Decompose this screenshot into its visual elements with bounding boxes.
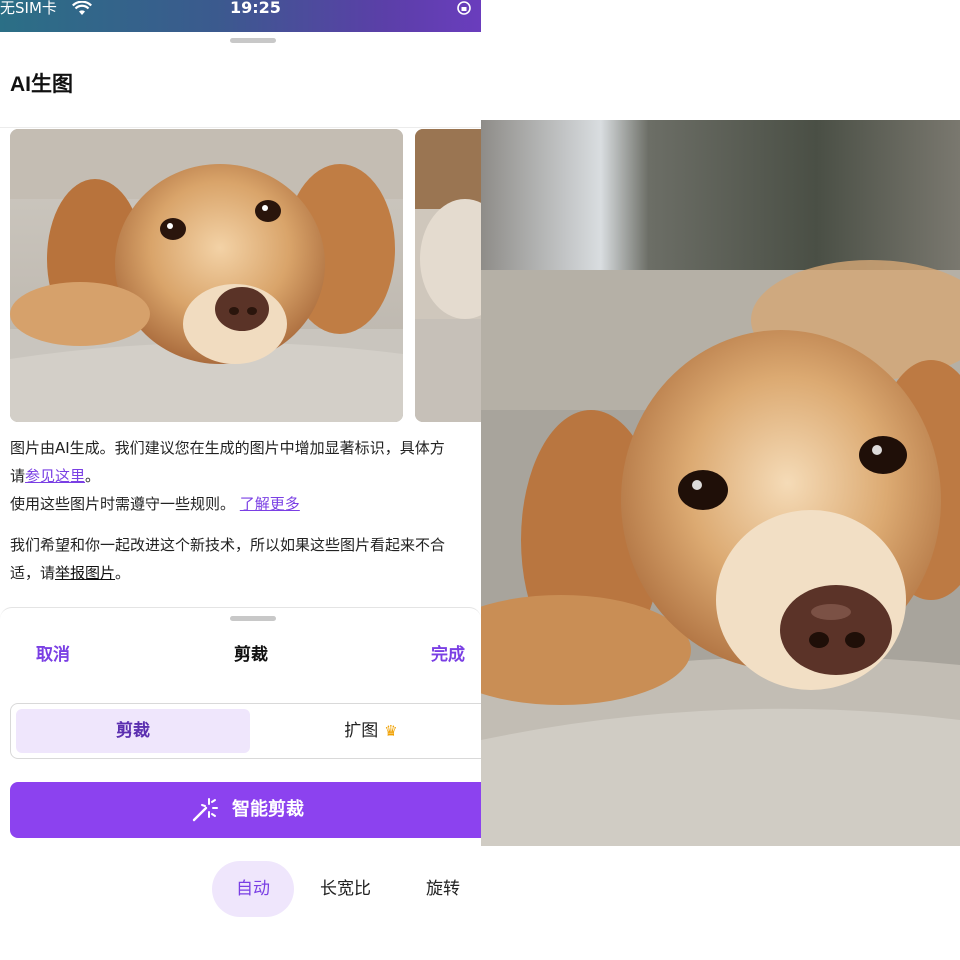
crop-sheet: 取消 剪裁 完成 剪裁 扩图 ♛ 智能剪裁 自动 长宽比 旋转: [0, 607, 481, 960]
ai-notice-line-2: 请参见这里。: [10, 462, 481, 490]
rules-notice-text: 使用这些图片时需遵守一些规则。: [10, 495, 236, 513]
smart-crop-button[interactable]: 智能剪裁: [10, 782, 481, 838]
tab-rotate[interactable]: 旋转: [426, 861, 460, 917]
rules-notice: 使用这些图片时需遵守一些规则。 了解更多: [10, 490, 481, 518]
tab-auto[interactable]: 自动: [212, 861, 294, 917]
feedback-notice-suffix: 。: [115, 564, 131, 582]
magic-wand-icon: [192, 798, 218, 822]
tab-aspect-ratio[interactable]: 长宽比: [320, 861, 371, 917]
smart-crop-label: 智能剪裁: [232, 799, 304, 820]
clock-time: 19:25: [230, 0, 281, 17]
crop-sheet-grabber[interactable]: [230, 616, 276, 621]
feedback-notice-line-1: 我们希望和你一起改进这个新技术，所以如果这些图片看起来不合: [10, 531, 481, 559]
ai-notice-line-1: 图片由AI生成。我们建议您在生成的图片中增加显著标识，具体方: [10, 434, 481, 462]
feedback-notice-prefix: 适，请: [10, 564, 56, 582]
page-title: AI生图: [10, 73, 73, 96]
rotation-lock-icon: [456, 0, 472, 20]
cancel-button[interactable]: 取消: [36, 640, 70, 665]
segment-expand[interactable]: 扩图 ♛: [251, 709, 481, 753]
crown-icon: ♛: [384, 722, 398, 740]
ai-notice-prefix: 请: [10, 467, 26, 485]
segment-crop[interactable]: 剪裁: [16, 709, 250, 753]
sheet-grabber[interactable]: [230, 38, 276, 43]
ai-image-sheet-header: AI生图: [0, 32, 481, 128]
status-bar: 无SIM卡 19:25: [0, 0, 481, 32]
generated-image-1[interactable]: [10, 129, 403, 422]
feedback-notice-line-2: 适，请举报图片。: [10, 559, 481, 587]
carrier-label: 无SIM卡: [0, 0, 57, 17]
ai-notice-text: 图片由AI生成。我们建议您在生成的图片中增加显著标识，具体方: [10, 439, 445, 457]
phone-screen: 无SIM卡 19:25 AI生图 图片由AI生成。我们建议您在生成的图片中增加显…: [0, 0, 481, 960]
crop-mode-segmented-control: 剪裁 扩图 ♛: [10, 703, 481, 759]
learn-more-link[interactable]: 了解更多: [240, 495, 300, 513]
see-here-link[interactable]: 参见这里: [25, 467, 85, 485]
report-image-link[interactable]: 举报图片: [55, 564, 115, 582]
crop-sheet-title: 剪裁: [234, 645, 268, 665]
segment-expand-label: 扩图: [344, 721, 379, 741]
ai-notice-suffix: 。: [85, 467, 101, 485]
enlarged-dog-photo: [481, 120, 960, 846]
feedback-notice-text: 我们希望和你一起改进这个新技术，所以如果这些图片看起来不合: [10, 536, 446, 554]
wifi-icon: [72, 0, 92, 20]
generated-image-2[interactable]: [415, 129, 481, 422]
done-button[interactable]: 完成: [431, 640, 465, 665]
